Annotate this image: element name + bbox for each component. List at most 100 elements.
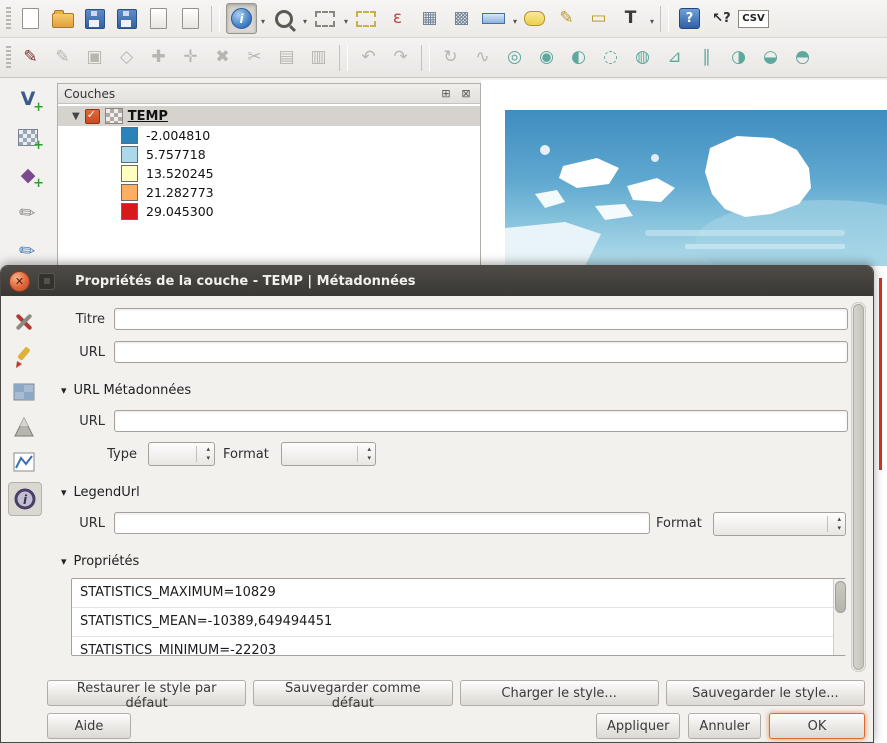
composer-manager-icon[interactable]: [176, 4, 205, 33]
select-features-icon[interactable]: [310, 4, 339, 33]
map-extent-red-line: [879, 278, 882, 470]
layer-visibility-checkbox[interactable]: [85, 109, 100, 124]
tab-general[interactable]: [8, 306, 40, 338]
rotate-feature-icon[interactable]: ↻: [436, 43, 465, 72]
type-combobox[interactable]: [148, 442, 215, 466]
tab-metadata[interactable]: i: [8, 482, 42, 516]
legendurl-section-header[interactable]: LegendUrl: [61, 485, 140, 500]
property-item[interactable]: STATISTICS_MINIMUM=-22203: [72, 637, 845, 656]
deselect-features-icon[interactable]: [351, 4, 380, 33]
current-edits-icon[interactable]: ✎: [16, 43, 45, 72]
redo-icon[interactable]: ↷: [386, 43, 415, 72]
format-combobox[interactable]: [281, 442, 376, 466]
tab-style[interactable]: [8, 341, 40, 373]
dialog-titlebar[interactable]: ✕ Propriétés de la couche - TEMP | Métad…: [1, 266, 873, 296]
restore-default-style-button[interactable]: Restaurer le style par défaut: [47, 680, 246, 706]
save-layer-edits-icon[interactable]: ▣: [80, 43, 109, 72]
scrollbar-thumb[interactable]: [853, 304, 864, 670]
new-shapefile-layer-icon: ✎: [16, 201, 40, 226]
zoom-tool-icon[interactable]: [269, 4, 298, 33]
toolbar-drag-handle[interactable]: [6, 46, 11, 70]
whats-this-icon[interactable]: ↖?: [707, 4, 736, 33]
merge-features-icon[interactable]: ◓: [788, 43, 817, 72]
properties-section-header[interactable]: Propriétés: [61, 554, 139, 569]
attribute-table-icon[interactable]: ▦: [415, 4, 444, 33]
apply-button[interactable]: Appliquer: [596, 713, 680, 739]
window-minimize-button[interactable]: [38, 273, 55, 290]
simplify-feature-icon[interactable]: ∿: [468, 43, 497, 72]
field-calculator-icon[interactable]: ▩: [447, 4, 476, 33]
help-button[interactable]: Aide: [47, 713, 131, 739]
new-shapefile-layer-button[interactable]: ✎: [12, 198, 44, 228]
toolbar-separator: [211, 6, 220, 32]
metadata-url-section-header[interactable]: URL Métadonnées: [61, 383, 191, 398]
cut-features-icon[interactable]: ✂: [240, 43, 269, 72]
tab-pyramids[interactable]: [8, 411, 40, 443]
property-item[interactable]: STATISTICS_MEAN=-10389,649494451: [72, 608, 845, 637]
move-feature-icon[interactable]: ✛: [176, 43, 205, 72]
panel-close-icon[interactable]: ⊠: [458, 87, 474, 101]
fill-ring-icon[interactable]: ◐: [564, 43, 593, 72]
toolbar-icon: ◓: [795, 49, 810, 66]
open-project-icon[interactable]: [48, 4, 77, 33]
layer-tree-row[interactable]: ▼ TEMP: [58, 106, 480, 126]
map-canvas[interactable]: [481, 80, 887, 266]
delete-part-icon[interactable]: ◍: [628, 43, 657, 72]
toolbar-drag-handle[interactable]: [6, 7, 11, 31]
save-style-button[interactable]: Sauvegarder le style...: [666, 680, 865, 706]
legend-format-combobox[interactable]: [713, 512, 846, 536]
add-feature-icon[interactable]: ✚: [144, 43, 173, 72]
reshape-features-icon[interactable]: ⊿: [660, 43, 689, 72]
panel-float-icon[interactable]: ⊞: [438, 87, 454, 101]
undo-icon[interactable]: ↶: [354, 43, 383, 72]
new-print-composer-icon[interactable]: [144, 4, 173, 33]
copy-features-icon[interactable]: ▤: [272, 43, 301, 72]
save-project-as-icon[interactable]: [112, 4, 141, 33]
add-part-icon[interactable]: ◉: [532, 43, 561, 72]
metadata-url-input[interactable]: [114, 410, 848, 432]
split-features-icon[interactable]: ◑: [724, 43, 753, 72]
select-by-expression-icon[interactable]: ε: [383, 4, 412, 33]
offset-curve-icon[interactable]: ∥: [692, 43, 721, 72]
save-project-icon[interactable]: [80, 4, 109, 33]
new-project-icon[interactable]: [16, 4, 45, 33]
form-annotation-icon[interactable]: ▭: [584, 4, 613, 33]
add-vector-layer-button[interactable]: V +: [12, 84, 44, 114]
toggle-editing-icon[interactable]: ✎: [48, 43, 77, 72]
save-as-default-button[interactable]: Sauvegarder comme défaut: [253, 680, 452, 706]
split-parts-icon[interactable]: ◒: [756, 43, 785, 72]
tree-expand-icon[interactable]: ▼: [72, 111, 80, 122]
toolbar-separator: [421, 45, 430, 71]
legend-url-input[interactable]: [114, 512, 650, 534]
annotation-tool-icon[interactable]: T: [616, 4, 645, 33]
tab-transparency[interactable]: [8, 376, 40, 408]
toolbar-icon: [52, 13, 74, 28]
load-style-button[interactable]: Charger le style...: [460, 680, 659, 706]
toolbar-icon: CSV: [738, 10, 768, 28]
delete-ring-icon[interactable]: ◌: [596, 43, 625, 72]
measure-icon[interactable]: [479, 4, 508, 33]
titre-input[interactable]: [114, 308, 848, 330]
properties-list-scrollbar[interactable]: [833, 579, 847, 655]
add-raster-layer-button[interactable]: +: [12, 122, 44, 152]
identify-features-icon[interactable]: i: [226, 3, 257, 34]
add-delimited-text-icon[interactable]: CSV: [739, 4, 768, 33]
tab-histogram[interactable]: [8, 446, 40, 478]
scrollbar-thumb[interactable]: [835, 581, 846, 613]
text-annotation-icon[interactable]: ✎: [552, 4, 581, 33]
paste-features-icon[interactable]: ▥: [304, 43, 333, 72]
delete-selected-icon[interactable]: ✖: [208, 43, 237, 72]
add-ring-icon[interactable]: ◎: [500, 43, 529, 72]
layer-name[interactable]: TEMP: [128, 109, 168, 124]
property-item[interactable]: STATISTICS_MAXIMUM=10829: [72, 579, 845, 608]
add-spatialite-layer-button[interactable]: ✎: [12, 236, 44, 266]
map-tips-icon[interactable]: [520, 4, 549, 33]
dialog-scrollbar[interactable]: [851, 302, 866, 672]
window-close-button[interactable]: ✕: [9, 271, 30, 292]
node-tool-icon[interactable]: ◇: [112, 43, 141, 72]
url-input[interactable]: [114, 341, 848, 363]
add-database-layer-button[interactable]: ◆ +: [12, 160, 44, 190]
help-contents-icon[interactable]: ?: [675, 4, 704, 33]
ok-button[interactable]: OK: [769, 713, 865, 739]
cancel-button[interactable]: Annuler: [688, 713, 761, 739]
